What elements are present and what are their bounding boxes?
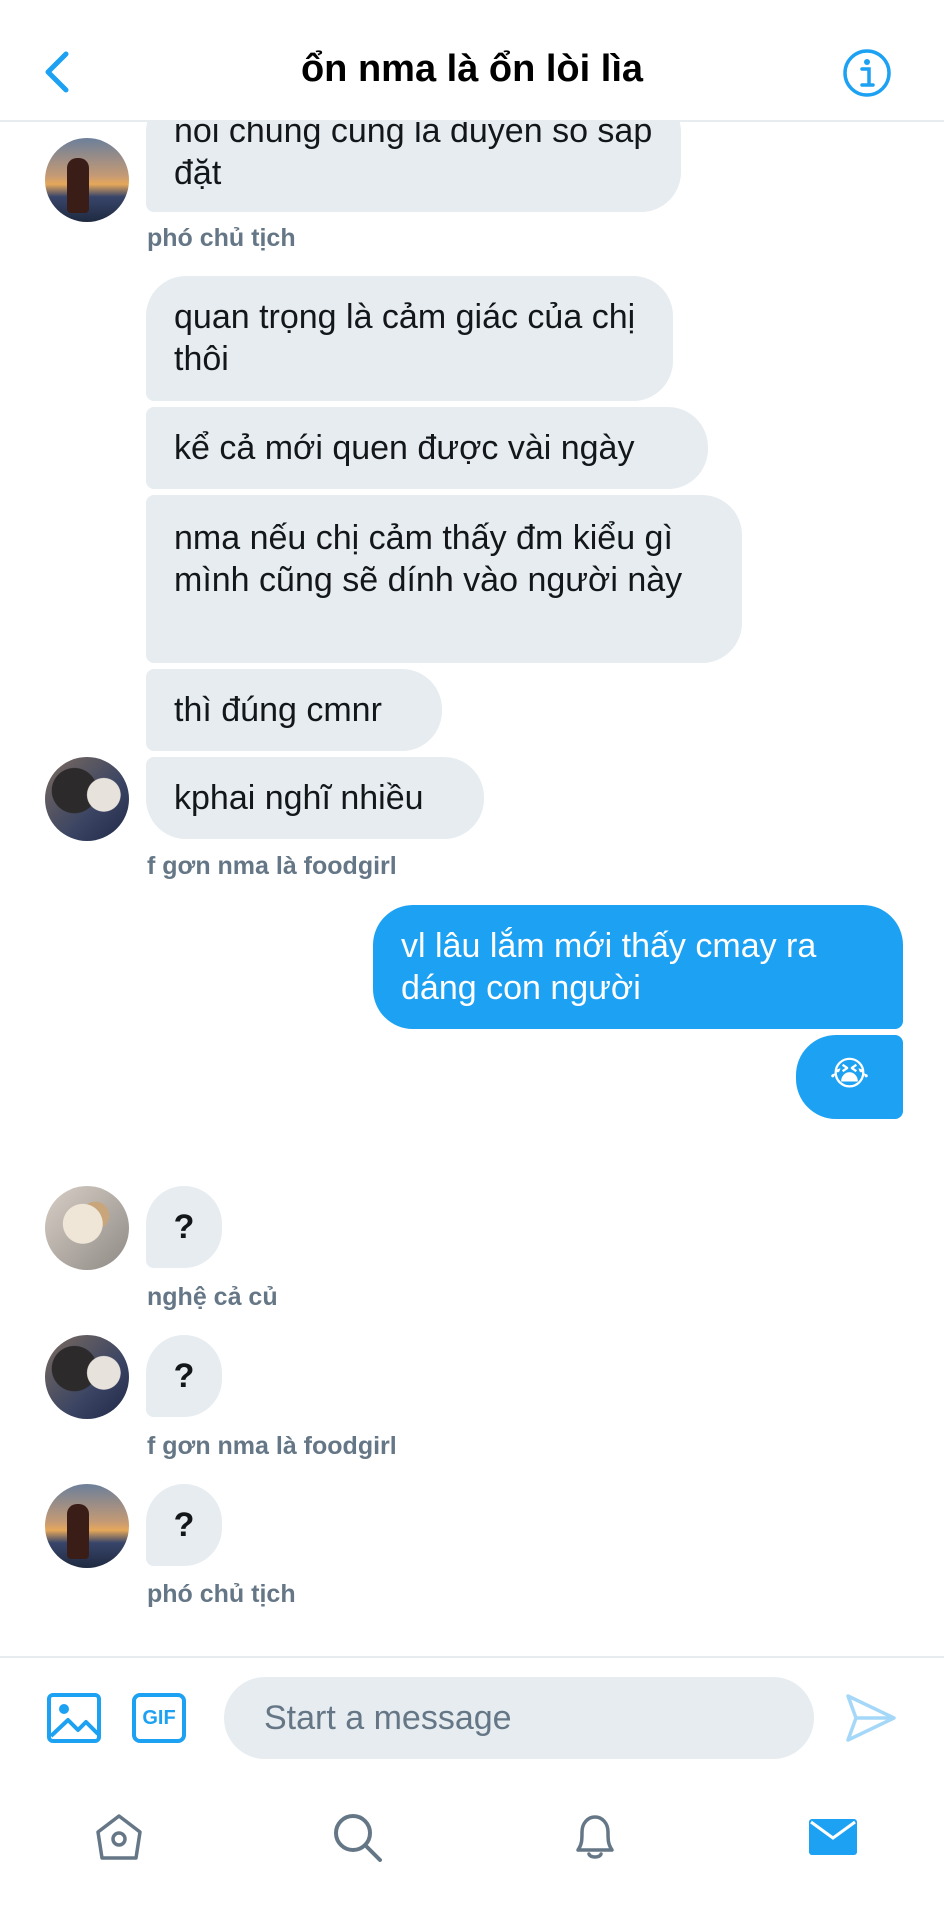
avatar[interactable] bbox=[45, 1335, 129, 1419]
message-bubble: ? bbox=[146, 1484, 222, 1566]
message-bubble: ? bbox=[146, 1335, 222, 1417]
message-text: kể cả mới quen được vài ngày bbox=[174, 429, 635, 467]
message-text: nói chung cũng là duyên số sắp đặt bbox=[174, 112, 653, 192]
message-bubble: nma nếu chị cảm thấy đm kiểu gì mình cũn… bbox=[146, 495, 742, 663]
avatar[interactable] bbox=[45, 1186, 129, 1270]
message-input[interactable] bbox=[224, 1677, 814, 1759]
image-icon[interactable] bbox=[46, 1692, 102, 1744]
conversation-title[interactable]: ổn nma là ổn lòi lìa bbox=[150, 48, 794, 91]
sender-name: phó chủ tịch bbox=[147, 1580, 296, 1608]
info-circle-icon[interactable] bbox=[842, 48, 892, 98]
avatar[interactable] bbox=[45, 757, 129, 841]
message-bubble: kphai nghĩ nhiều bbox=[146, 757, 484, 839]
message-bubble: ? bbox=[146, 1186, 222, 1268]
conversation-header: ổn nma là ổn lòi lìa bbox=[0, 0, 944, 122]
message-text: ? bbox=[173, 1506, 195, 1544]
messages-envelope-icon[interactable] bbox=[806, 1810, 860, 1864]
home-icon[interactable] bbox=[92, 1810, 146, 1864]
avatar[interactable] bbox=[45, 138, 129, 222]
gif-button[interactable]: GIF bbox=[132, 1693, 186, 1743]
message-bubble: quan trọng là cảm giác của chị thôi bbox=[146, 276, 673, 401]
send-icon[interactable] bbox=[844, 1692, 898, 1744]
message-text: kphai nghĩ nhiều bbox=[174, 779, 424, 817]
sender-name: f gơn nma là foodgirl bbox=[147, 852, 397, 880]
message-text: nma nếu chị cảm thấy đm kiểu gì mình cũn… bbox=[174, 519, 683, 599]
message-text: quan trọng là cảm giác của chị thôi bbox=[174, 298, 636, 378]
sender-name: f gơn nma là foodgirl bbox=[147, 1432, 397, 1460]
chevron-left-icon[interactable] bbox=[38, 48, 78, 96]
message-bubble-outgoing: vl lâu lắm mới thấy cmay ra dáng con ngư… bbox=[373, 905, 903, 1029]
message-bubble-outgoing: 😭 bbox=[796, 1035, 903, 1119]
bottom-tab-bar bbox=[0, 1776, 944, 1920]
message-text: vl lâu lắm mới thấy cmay ra dáng con ngư… bbox=[401, 927, 817, 1007]
sender-name: phó chủ tịch bbox=[147, 224, 296, 252]
message-composer: GIF bbox=[0, 1656, 944, 1776]
crying-emoji: 😭 bbox=[829, 1055, 870, 1093]
sender-name: nghệ cả củ bbox=[147, 1283, 278, 1311]
message-text: ? bbox=[173, 1357, 195, 1395]
notifications-bell-icon[interactable] bbox=[568, 1810, 622, 1864]
message-bubble: thì đúng cmnr bbox=[146, 669, 442, 751]
search-icon[interactable] bbox=[330, 1810, 384, 1864]
avatar[interactable] bbox=[45, 1484, 129, 1568]
message-list[interactable]: nói chung cũng là duyên số sắp đặt phó c… bbox=[0, 0, 944, 1655]
message-text: ? bbox=[173, 1208, 195, 1246]
message-text: thì đúng cmnr bbox=[174, 691, 382, 729]
message-bubble: kể cả mới quen được vài ngày bbox=[146, 407, 708, 489]
